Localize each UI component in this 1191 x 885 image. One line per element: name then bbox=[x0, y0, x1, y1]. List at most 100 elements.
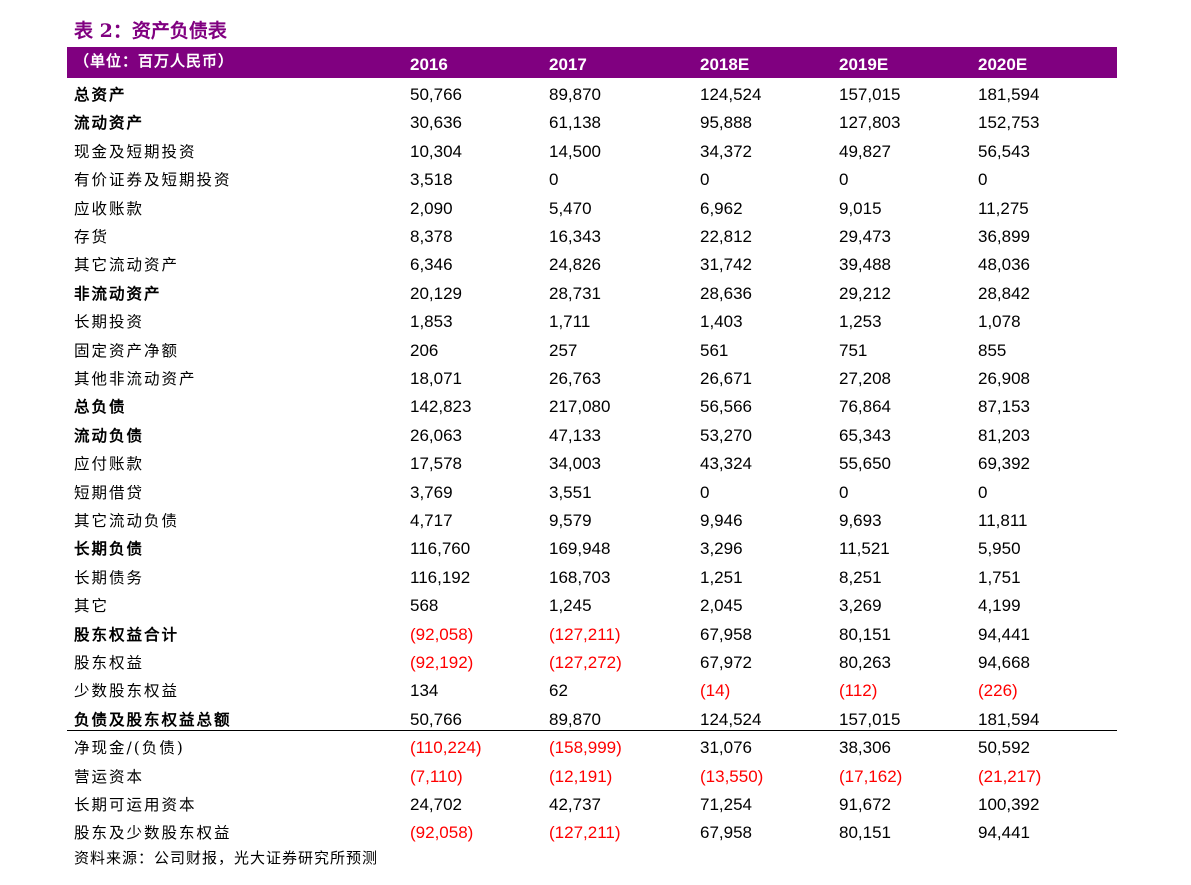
row-label: 总资产 bbox=[74, 85, 127, 104]
value-cell: 1,078 bbox=[978, 312, 1021, 332]
value-cell: (12,191) bbox=[549, 766, 613, 786]
table-row: 其它 568 1,245 2,045 3,269 4,199 bbox=[67, 592, 1117, 620]
value-cell: 50,766 bbox=[410, 85, 462, 104]
value-cell: 43,324 bbox=[700, 454, 752, 474]
value-cell: 61,138 bbox=[549, 113, 601, 133]
row-label: 长期可运用资本 bbox=[74, 796, 197, 814]
row-label: 短期借贷 bbox=[74, 483, 145, 502]
value-cell: 29,473 bbox=[839, 227, 891, 246]
table-row: 有价证券及短期投资 3,518 0 0 0 0 bbox=[67, 166, 1117, 194]
row-label: 固定资产净额 bbox=[74, 341, 180, 360]
value-cell: 1,253 bbox=[839, 312, 882, 332]
value-cell: 1,403 bbox=[700, 312, 743, 332]
value-cell: 48,036 bbox=[978, 255, 1030, 275]
table-row: 长期投资 1,853 1,711 1,403 1,253 1,078 bbox=[67, 308, 1117, 336]
table-row: 总负债 142,823 217,080 56,566 76,864 87,153 bbox=[67, 393, 1117, 421]
value-cell: 4,717 bbox=[410, 511, 453, 530]
value-cell: 76,864 bbox=[839, 397, 891, 417]
value-cell: 65,343 bbox=[839, 425, 891, 445]
value-cell: (92,058) bbox=[410, 823, 474, 843]
row-label: 非流动资产 bbox=[74, 283, 162, 303]
table-row: 股东权益合计 (92,058) (127,211) 67,958 80,151 94,44… bbox=[67, 621, 1117, 649]
value-cell: 42,737 bbox=[549, 795, 601, 814]
value-cell: 169,948 bbox=[549, 539, 611, 559]
value-cell: 80,151 bbox=[839, 624, 891, 644]
table-row: 长期负债 116,760 169,948 3,296 11,521 5,950 bbox=[67, 535, 1117, 563]
unit-label: （单位：百万人民币） bbox=[74, 52, 235, 70]
value-cell: 6,346 bbox=[410, 255, 453, 275]
value-cell: 89,870 bbox=[549, 85, 601, 104]
value-cell: 1,751 bbox=[978, 567, 1021, 587]
value-cell: 11,521 bbox=[839, 539, 890, 559]
value-cell: 116,760 bbox=[410, 539, 471, 559]
value-cell: 28,731 bbox=[549, 283, 601, 303]
table-row: 其他非流动资产 18,071 26,763 26,671 27,208 26,908 bbox=[67, 365, 1117, 393]
value-cell: 3,518 bbox=[410, 170, 453, 190]
value-cell: 9,946 bbox=[700, 511, 743, 530]
table-row: 固定资产净额 206 257 561 751 855 bbox=[67, 337, 1117, 365]
value-cell: 5,470 bbox=[549, 198, 592, 218]
value-cell: 10,304 bbox=[410, 141, 462, 161]
value-cell: (127,211) bbox=[549, 823, 621, 843]
value-cell: 81,203 bbox=[978, 425, 1030, 445]
value-cell: 26,671 bbox=[700, 369, 752, 388]
value-cell: 3,296 bbox=[700, 539, 743, 559]
row-label: 有价证券及短期投资 bbox=[74, 171, 232, 190]
value-cell: 152,753 bbox=[978, 113, 1040, 133]
value-cell: (110,224) bbox=[410, 738, 482, 758]
value-cell: 24,826 bbox=[549, 255, 601, 275]
value-cell: 3,769 bbox=[410, 482, 453, 502]
value-cell: (92,192) bbox=[410, 653, 474, 672]
row-label: 存货 bbox=[74, 228, 110, 246]
value-cell: 53,270 bbox=[700, 425, 752, 445]
value-cell: 34,003 bbox=[549, 454, 601, 474]
value-cell: 94,441 bbox=[978, 823, 1030, 843]
row-label: 少数股东权益 bbox=[74, 682, 180, 701]
value-cell: 0 bbox=[978, 170, 988, 190]
table-row: 现金及短期投资 10,304 14,500 34,372 49,827 56,543 bbox=[67, 138, 1117, 166]
value-cell: 95,888 bbox=[700, 113, 752, 133]
value-cell: 168,703 bbox=[549, 567, 611, 587]
value-cell: 94,668 bbox=[978, 653, 1030, 672]
table-header: （单位：百万人民币） 2016 2017 2018E 2019E 2020E bbox=[67, 47, 1117, 78]
year-header: 2019E bbox=[839, 55, 889, 74]
year-header: 2020E bbox=[978, 55, 1028, 74]
value-cell: 0 bbox=[978, 482, 988, 502]
value-cell: 36,899 bbox=[978, 227, 1030, 246]
source-note: 资料来源：公司财报，光大证券研究所预测 bbox=[74, 849, 379, 867]
table-row: 应收账款 2,090 5,470 6,962 9,015 11,275 bbox=[67, 195, 1117, 223]
value-cell: 100,392 bbox=[978, 795, 1040, 814]
value-cell: 257 bbox=[549, 340, 578, 360]
value-cell: 0 bbox=[839, 482, 849, 502]
value-cell: 2,045 bbox=[700, 596, 743, 616]
year-header: 2018E bbox=[700, 55, 750, 74]
value-cell: 9,579 bbox=[549, 511, 592, 530]
value-cell: 8,378 bbox=[410, 227, 453, 246]
value-cell: 4,199 bbox=[978, 596, 1021, 616]
table-row: 其它流动资产 6,346 24,826 31,742 39,488 48,036 bbox=[67, 251, 1117, 279]
value-cell: (158,999) bbox=[549, 738, 622, 758]
value-cell: 9,015 bbox=[839, 198, 882, 218]
value-cell: 80,263 bbox=[839, 653, 891, 672]
value-cell: 22,812 bbox=[700, 227, 752, 246]
row-label: 长期负债 bbox=[74, 539, 145, 559]
table-row: 少数股东权益 134 62 (14) (112) (226) bbox=[67, 677, 1117, 705]
table-row: 流动资产 30,636 61,138 95,888 127,803 152,753 bbox=[67, 109, 1117, 137]
value-cell: 50,592 bbox=[978, 738, 1030, 758]
value-cell: 31,076 bbox=[700, 738, 752, 758]
row-label: 其它流动负债 bbox=[74, 512, 180, 530]
value-cell: 49,827 bbox=[839, 141, 891, 161]
value-cell: 217,080 bbox=[549, 397, 611, 417]
value-cell: 181,594 bbox=[978, 85, 1040, 104]
value-cell: 62 bbox=[549, 681, 568, 701]
value-cell: 17,578 bbox=[410, 454, 462, 474]
table-row: 短期借贷 3,769 3,551 0 0 0 bbox=[67, 479, 1117, 507]
value-cell: 27,208 bbox=[839, 369, 891, 388]
table-row: 股东及少数股东权益 (92,058) (127,211) 67,958 80,151 94… bbox=[67, 819, 1117, 847]
table-row: 股东权益 (92,192) (127,272) 67,972 80,263 94,668 bbox=[67, 649, 1117, 677]
row-label: 长期投资 bbox=[74, 313, 145, 332]
row-label: 应收账款 bbox=[74, 199, 145, 218]
value-cell: 39,488 bbox=[839, 255, 891, 275]
row-label: 应付账款 bbox=[74, 455, 145, 474]
value-cell: 67,958 bbox=[700, 823, 752, 843]
